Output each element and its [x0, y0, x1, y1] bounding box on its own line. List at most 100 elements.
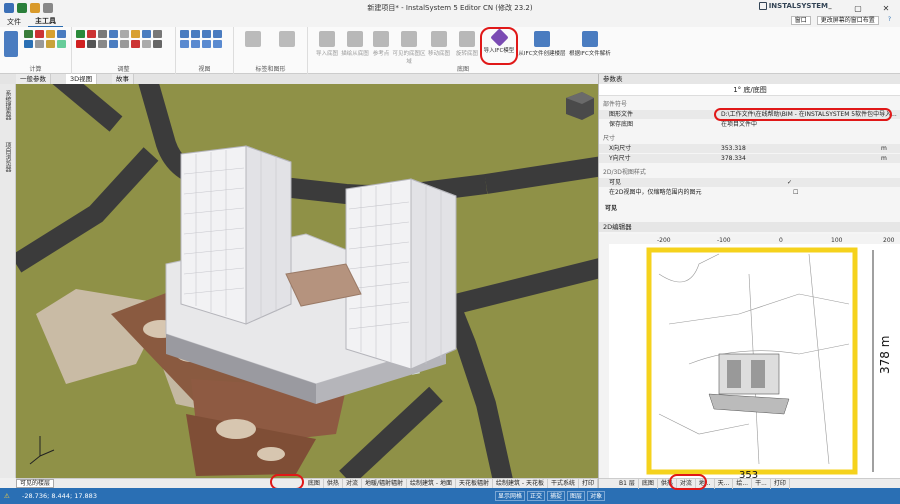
- file-label: 图形文件: [609, 111, 634, 118]
- save-dropdown[interactable]: 在项目文件中: [717, 120, 900, 129]
- help-icon[interactable]: ?: [885, 16, 894, 25]
- tab-draw-floor[interactable]: 绘制建筑 - 地面: [407, 478, 456, 489]
- tab-print[interactable]: 打印: [579, 478, 598, 489]
- group-label-labels: 标签和图形: [255, 66, 286, 73]
- snap-toggle[interactable]: 捕捉: [547, 491, 566, 501]
- tab-general-params[interactable]: 一般参数: [16, 74, 51, 84]
- layer-toggle[interactable]: 图层: [567, 491, 586, 501]
- tool-icon[interactable]: [120, 40, 129, 48]
- tool-icon[interactable]: [57, 40, 66, 48]
- in2d-checkbox[interactable]: ☐: [789, 188, 900, 197]
- x-size-row: X向尺寸 353.318 m: [599, 144, 900, 153]
- 2d-viewport[interactable]: -200 -100 0 100 200 378 m 353: [599, 234, 900, 481]
- tool-icon[interactable]: [120, 30, 129, 38]
- rotate-icon[interactable]: [191, 40, 200, 48]
- 3d-viewport[interactable]: [16, 84, 598, 478]
- tab-ceiling-2d[interactable]: 天...: [715, 478, 734, 489]
- visible-checkbox[interactable]: ✓: [717, 178, 900, 187]
- group-label-view: 视图: [198, 66, 211, 73]
- parse-ifc-button[interactable]: 根据IFC文件解析: [566, 29, 614, 65]
- zoom-all-icon[interactable]: [213, 30, 222, 38]
- tab-floor-heating[interactable]: 地暖/辐射辐射: [362, 478, 407, 489]
- tab-underlay-2d[interactable]: 底图: [639, 478, 658, 489]
- tab-draw-2d[interactable]: 绘...: [733, 478, 753, 489]
- pan-icon[interactable]: [180, 40, 189, 48]
- dim-vertical: 378 m: [878, 336, 892, 374]
- tool-icon[interactable]: [46, 40, 55, 48]
- tool-icon[interactable]: [35, 30, 44, 38]
- tool-icon[interactable]: [98, 40, 107, 48]
- right-floor-tabs: B1 层 底图 供热 对流 地... 天... 绘... 干... 打印: [599, 478, 900, 489]
- create-floors-from-ifc-button[interactable]: 从IFC文件创建楼层: [518, 29, 566, 65]
- tool-icon[interactable]: [98, 30, 107, 38]
- title-bar: 新建项目* - InstalSystem 5 Editor CN (修改 23.…: [0, 0, 900, 16]
- tool-icon[interactable]: [142, 30, 151, 38]
- tool-icon[interactable]: [35, 40, 44, 48]
- menu-bar: 文件 主工具: [0, 16, 900, 28]
- undo-icon[interactable]: [43, 3, 53, 13]
- view-icon[interactable]: [202, 40, 211, 48]
- system-finder-tab[interactable]: 系统搜索器: [3, 90, 12, 120]
- tab-dry-system[interactable]: 干式系统: [548, 478, 579, 489]
- tool-icon[interactable]: [131, 40, 140, 48]
- zoom-in-icon[interactable]: [180, 30, 189, 38]
- floor-selector[interactable]: B1 层: [599, 478, 639, 489]
- tool-icon[interactable]: [109, 40, 118, 48]
- ribbon-group-underlay: 导入底图 描绘从底图 参考点 可见的底图区域 移动底图 旋转底图 导入IFC模型…: [308, 27, 618, 74]
- tool-icon[interactable]: [76, 30, 85, 38]
- maximize-button[interactable]: ▢: [844, 0, 872, 16]
- tool-icon[interactable]: [24, 30, 33, 38]
- tool-icon[interactable]: [142, 40, 151, 48]
- visible-label: 可见: [609, 179, 622, 186]
- tab-3d-view[interactable]: 3D视图: [66, 74, 98, 84]
- tab-dry-2d[interactable]: 干...: [752, 478, 771, 489]
- project-browser-tab[interactable]: 项目浏览器: [3, 142, 12, 172]
- y-size-label: Y向尺寸: [609, 155, 631, 162]
- layout-controls: 窗口 更改屏幕的窗口布置 ?: [790, 16, 894, 25]
- zoom-window-icon[interactable]: [202, 30, 211, 38]
- tool-icon[interactable]: [153, 40, 162, 48]
- tool-icon[interactable]: [131, 30, 140, 38]
- zoom-out-icon[interactable]: [191, 30, 200, 38]
- view-icon[interactable]: [213, 40, 222, 48]
- horizontal-section-button[interactable]: [268, 29, 306, 65]
- tab-heating[interactable]: 供热: [324, 478, 343, 489]
- tab-ceiling-radiation[interactable]: 天花板辐射: [456, 478, 493, 489]
- tab-convection[interactable]: 对流: [343, 478, 362, 489]
- 2d-scene: -200 -100 0 100 200 378 m 353: [599, 234, 900, 481]
- object-toggle[interactable]: 对象: [587, 491, 606, 501]
- section-size: 尺寸: [603, 135, 616, 142]
- calc-icon[interactable]: [4, 31, 18, 57]
- label-button[interactable]: [234, 29, 272, 65]
- app-icon: [4, 3, 14, 13]
- window-dropdown[interactable]: 窗口: [790, 16, 811, 25]
- warning-icon[interactable]: ⚠: [4, 492, 10, 500]
- grid-toggle[interactable]: 显示网格: [495, 491, 526, 501]
- menu-main-tools[interactable]: 主工具: [28, 16, 63, 28]
- tab-underlay[interactable]: 底图: [305, 478, 324, 489]
- tab-floor-plan[interactable]: 故事: [112, 74, 134, 84]
- visible-row: 可见 ✓: [599, 178, 900, 187]
- save-icon[interactable]: [17, 3, 27, 13]
- open-icon[interactable]: [30, 3, 40, 13]
- delete-icon[interactable]: [76, 40, 85, 48]
- ortho-toggle[interactable]: 正交: [527, 491, 546, 501]
- x-size-field[interactable]: 353.318: [717, 144, 881, 153]
- tool-icon[interactable]: [57, 30, 66, 38]
- tool-icon[interactable]: [24, 40, 33, 48]
- tab-print-2d[interactable]: 打印: [771, 478, 790, 489]
- ruler-tick: -100: [717, 237, 731, 244]
- minimize-button[interactable]: –: [816, 0, 844, 16]
- tool-icon[interactable]: [153, 30, 162, 38]
- tab-draw-ceiling[interactable]: 绘制建筑 - 天花板: [493, 478, 548, 489]
- menu-file[interactable]: 文件: [0, 17, 28, 27]
- tool-icon[interactable]: [87, 40, 96, 48]
- params-header: 参数表: [599, 74, 900, 84]
- y-size-field[interactable]: 378.334: [717, 154, 881, 163]
- layout-dropdown[interactable]: 更改屏幕的窗口布置: [816, 16, 879, 25]
- close-button[interactable]: ✕: [872, 0, 900, 16]
- tool-icon[interactable]: [87, 30, 96, 38]
- visible-floors-dropdown[interactable]: 可见的楼层: [16, 479, 55, 488]
- tool-icon[interactable]: [46, 30, 55, 38]
- tool-icon[interactable]: [109, 30, 118, 38]
